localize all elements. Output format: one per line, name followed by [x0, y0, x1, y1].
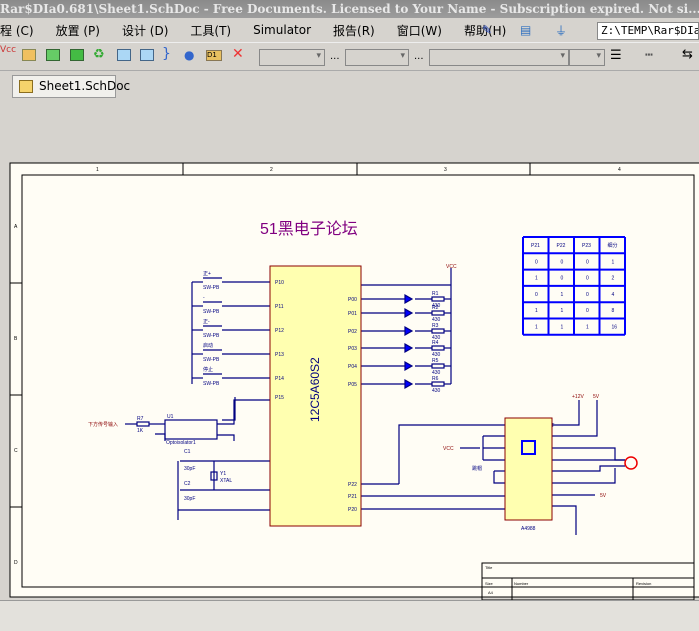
mcu-pin-label: P15	[275, 395, 284, 401]
table-header: P23	[582, 243, 591, 249]
resistor-label: R1	[432, 291, 439, 297]
mcu-name: 12C5A60S2	[308, 357, 322, 422]
table-cell: 1	[561, 308, 564, 314]
table-header: P21	[531, 243, 540, 249]
table-cell: 8	[612, 308, 615, 314]
button-type: SW-PB	[203, 309, 220, 315]
cap-label: C2	[184, 481, 191, 487]
table-cell: 4	[612, 292, 615, 298]
resistor-value: 430	[432, 388, 441, 394]
mcu-pin-label: P11	[275, 304, 284, 310]
tb-number: Number	[514, 581, 529, 586]
crystal-type: XTAL	[220, 478, 232, 484]
table-cell: 0	[586, 276, 589, 282]
mcu-pin-label: P10	[275, 280, 284, 286]
table-cell: 1	[535, 325, 538, 331]
supply-label: 5V	[593, 394, 600, 400]
ruler-label: 1	[96, 167, 99, 173]
schematic-sheet[interactable]: 51黑电子论坛 12C5A60S2 123456ABCDP10P11P12P13…	[0, 0, 699, 631]
input-label: 下方传号输入	[88, 421, 118, 428]
button-type: SW-PB	[203, 357, 220, 363]
table-cell: 0	[586, 308, 589, 314]
table-cell: 0	[561, 276, 564, 282]
cap-value: 30pF	[184, 496, 195, 502]
button-label: 正-	[203, 319, 210, 325]
table-cell: 1	[612, 259, 615, 265]
table-header: 细分	[608, 242, 618, 249]
mcu-pin-label: P02	[348, 329, 357, 335]
table-header: P22	[557, 243, 566, 249]
tb-size-value: A4	[488, 590, 494, 595]
table-cell: 16	[612, 325, 618, 331]
cap-value: 30pF	[184, 466, 195, 472]
table-cell: 1	[535, 308, 538, 314]
vdd-label: 5V	[600, 493, 607, 499]
driver-name: A4988	[521, 526, 536, 532]
table-cell: 0	[535, 259, 538, 265]
ruler-label: D	[14, 560, 18, 566]
tb-revision: Revision	[636, 581, 651, 586]
table-cell: 0	[535, 292, 538, 298]
resistor-label: R6	[432, 376, 439, 382]
r7-label: R7	[137, 416, 144, 422]
resistor-label: R2	[432, 305, 439, 311]
ruler-label: 2	[270, 167, 273, 173]
cap-label: C1	[184, 449, 191, 455]
table-cell: 0	[586, 259, 589, 265]
button-type: SW-PB	[203, 333, 220, 339]
tb-title: Title	[485, 565, 493, 570]
schematic-title: 51黑电子论坛	[260, 220, 358, 238]
ruler-label: C	[14, 448, 18, 454]
table-cell: 1	[586, 325, 589, 331]
r7-value: 1K	[137, 428, 144, 434]
mcu-pin-label: P00	[348, 297, 357, 303]
driver-chip[interactable]	[504, 417, 553, 521]
table-cell: 1	[535, 276, 538, 282]
opto-type: Optoisolator1	[166, 440, 196, 446]
mcu-pin-label: P04	[348, 364, 357, 370]
ruler-label: 3	[444, 167, 447, 173]
tb-size: Size	[485, 581, 494, 586]
table-cell: 1	[561, 325, 564, 331]
mcu-pin-label: P14	[275, 376, 284, 382]
vcc-label: VCC	[443, 446, 454, 452]
crystal-name: Y1	[220, 471, 226, 477]
mcu-pin-label: P12	[275, 328, 284, 334]
table-cell: 2	[612, 276, 615, 282]
mcu-pin-label: P03	[348, 346, 357, 352]
opto-name: U1	[167, 414, 174, 420]
mcu-pin-label: P20	[348, 507, 357, 513]
jumper-label: 跳帽	[472, 465, 482, 472]
resistor-label: R3	[432, 323, 439, 329]
mcu-pin-label: P13	[275, 352, 284, 358]
horizontal-scrollbar[interactable]	[0, 600, 699, 631]
mcu-pin-label: P21	[348, 494, 357, 500]
button-type: SW-PB	[203, 381, 220, 387]
button-label: 正+	[203, 271, 211, 277]
resistor-label: R5	[432, 358, 439, 364]
vcc-label: VCC	[446, 264, 457, 270]
mcu-pin-label: P01	[348, 311, 357, 317]
table-cell: 0	[561, 259, 564, 265]
supply-label: +12V	[572, 394, 584, 400]
button-label: 停止	[203, 366, 213, 373]
table-cell: 0	[586, 292, 589, 298]
mcu-pin-label: P05	[348, 382, 357, 388]
resistor-label: R4	[432, 340, 439, 346]
ruler-label: 4	[618, 167, 621, 173]
button-label: 启动	[203, 342, 213, 349]
button-type: SW-PB	[203, 285, 220, 291]
table-cell: 1	[561, 292, 564, 298]
mcu-pin-label: P22	[348, 482, 357, 488]
